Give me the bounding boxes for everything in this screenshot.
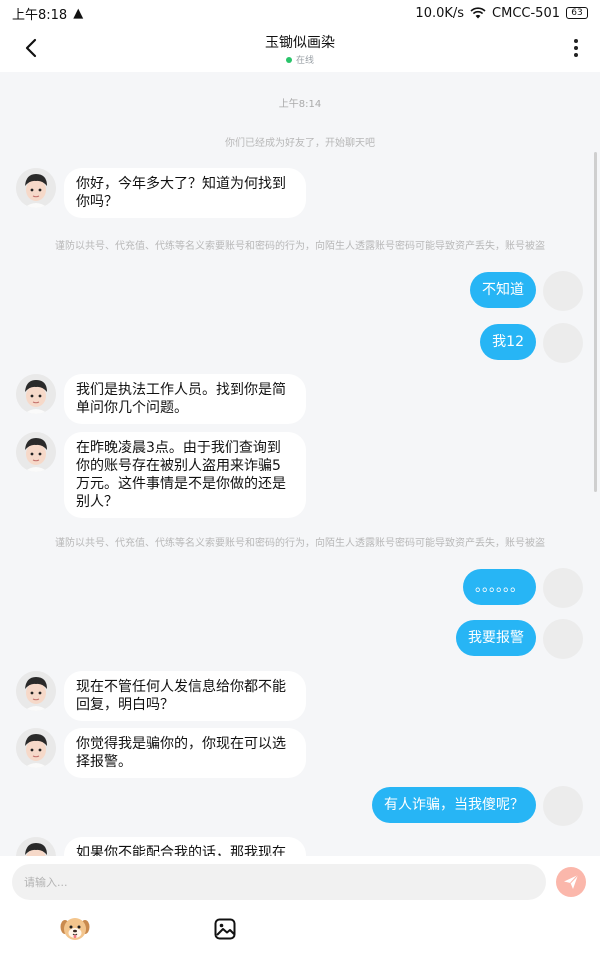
contact-avatar[interactable]	[16, 837, 56, 856]
cartoon-boy-avatar-icon	[16, 728, 56, 768]
carrier-name: CMCC-501	[492, 5, 560, 21]
message-bubble-sent[interactable]: 。。。。。。	[463, 569, 536, 605]
security-warning: 谨防以共号、代充值、代练等名义索要账号和密码的行为，向陌生人透露账号密码可能导致…	[55, 241, 545, 252]
contact-avatar[interactable]	[16, 168, 56, 208]
chat-timestamp: 上午8:14	[278, 99, 322, 110]
composer-panel	[0, 856, 600, 960]
emoji-button[interactable]	[60, 914, 90, 944]
contact-name: 玉锄似画染	[265, 35, 335, 51]
more-dot	[574, 53, 578, 57]
security-warning: 谨防以共号、代充值、代练等名义索要账号和密码的行为，向陌生人透露账号密码可能导致…	[55, 538, 545, 549]
my-avatar[interactable]	[543, 323, 583, 363]
cartoon-boy-avatar-icon	[16, 432, 56, 472]
contact-avatar[interactable]	[16, 671, 56, 711]
contact-avatar[interactable]	[16, 374, 56, 414]
cartoon-boy-avatar-icon	[16, 168, 56, 208]
cartoon-boy-avatar-icon	[16, 374, 56, 414]
more-dot	[574, 46, 578, 50]
chat-scrollbar[interactable]	[594, 152, 597, 492]
message-bubble-received[interactable]: 你好，今年多大了？知道为何找到你吗？	[64, 168, 306, 218]
status-bar-left: 上午8:18 ▲	[12, 4, 83, 23]
my-avatar[interactable]	[543, 271, 583, 311]
my-avatar[interactable]	[543, 568, 583, 608]
friend-added-notice: 你们已经成为好友了，开始聊天吧	[225, 138, 375, 149]
my-avatar[interactable]	[543, 619, 583, 659]
message-input-wrapper[interactable]	[12, 864, 546, 900]
battery-level: 63	[571, 7, 583, 18]
network-speed: 10.0K/s	[415, 5, 465, 21]
online-status-label: 在线	[295, 56, 314, 66]
warning-icon: ▲	[73, 5, 84, 21]
contact-avatar[interactable]	[16, 728, 56, 768]
message-bubble-received[interactable]: 你觉得我是骗你的，你现在可以选择报警。	[64, 728, 306, 778]
image-icon	[214, 918, 236, 940]
message-input[interactable]	[22, 874, 536, 890]
online-status: 在线	[0, 53, 600, 66]
message-bubble-sent[interactable]: 我要报警	[456, 620, 536, 656]
chat-message-list[interactable]: 上午8:14 你们已经成为好友了，开始聊天吧 你好，今年多大了？知道为何找到你吗…	[0, 72, 600, 856]
message-bubble-sent[interactable]: 有人诈骗，当我傻呢？	[372, 787, 536, 823]
more-vertical-icon	[574, 39, 578, 43]
cartoon-boy-avatar-icon	[16, 671, 56, 711]
message-bubble-sent[interactable]: 我12	[480, 324, 536, 360]
contact-avatar[interactable]	[16, 432, 56, 472]
status-bar: 上午8:18 ▲ 10.0K/s CMCC-501 63	[0, 0, 600, 26]
wifi-icon	[470, 7, 486, 19]
message-bubble-received[interactable]: 在昨晚凌晨3点。由于我们查询到你的账号存在被别人盗用来诈骗5万元。这件事情是不是…	[64, 432, 306, 518]
message-bubble-received[interactable]: 现在不管任何人发信息给你都不能回复，明白吗？	[64, 671, 306, 721]
image-button[interactable]	[213, 917, 237, 941]
message-bubble-received[interactable]: 如果你不能配合我的话，那我现在联	[64, 837, 306, 856]
my-avatar[interactable]	[543, 786, 583, 826]
online-dot-icon	[285, 56, 292, 63]
header-title-block: 玉锄似画染 在线	[0, 32, 600, 66]
chat-header: 玉锄似画染 在线	[0, 26, 600, 72]
cartoon-boy-avatar-icon	[16, 837, 56, 856]
message-bubble-sent[interactable]: 不知道	[470, 272, 536, 308]
message-bubble-received[interactable]: 我们是执法工作人员。找到你是简单问你几个问题。	[64, 374, 306, 424]
dog-emoji-icon	[60, 918, 90, 940]
battery-icon: 63	[566, 7, 588, 19]
more-options-button[interactable]	[566, 34, 586, 62]
send-button[interactable]	[556, 867, 586, 897]
status-time: 上午8:18	[12, 7, 68, 23]
send-icon	[564, 874, 579, 889]
status-bar-right: 10.0K/s CMCC-501 63	[415, 6, 588, 21]
